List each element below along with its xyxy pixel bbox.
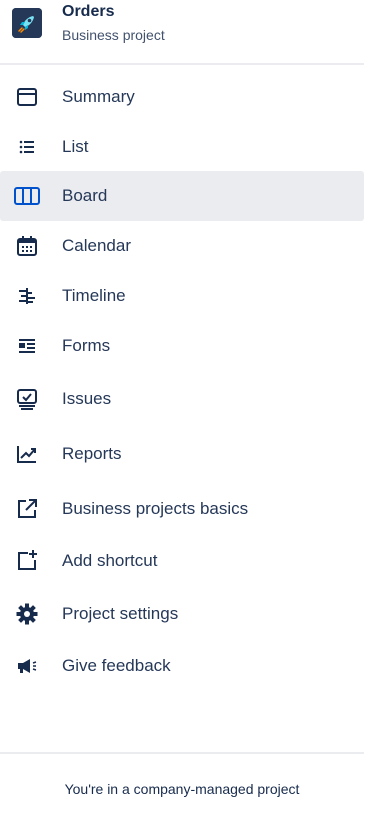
reports-icon — [14, 442, 40, 466]
megaphone-icon — [14, 654, 40, 678]
board-icon — [14, 184, 40, 208]
sidebar-item-label: Summary — [62, 87, 135, 106]
project-type: Business project — [62, 27, 165, 43]
sidebar-item-forms[interactable]: Forms — [0, 321, 364, 371]
sidebar-item-add-shortcut[interactable]: Add shortcut — [0, 536, 364, 586]
forms-icon — [14, 334, 40, 358]
sidebar-item-label: Reports — [62, 444, 122, 463]
sidebar-item-list[interactable]: List — [0, 122, 364, 172]
sidebar-item-label: Project settings — [62, 604, 179, 623]
project-header: Orders Business project — [0, 0, 370, 64]
sidebar-item-reports[interactable]: Reports — [0, 429, 364, 479]
sidebar-item-label: Board — [62, 186, 108, 205]
sidebar-item-summary[interactable]: Summary — [0, 72, 364, 122]
footer-divider — [0, 752, 364, 754]
external-link-icon — [14, 497, 40, 521]
summary-icon — [14, 85, 40, 109]
settings-gear-icon — [14, 602, 40, 626]
sidebar-item-label: List — [62, 137, 89, 156]
sidebar-item-project-settings[interactable]: Project settings — [0, 589, 364, 639]
sidebar-item-board[interactable]: Board — [0, 171, 364, 221]
sidebar-item-label: Forms — [62, 336, 111, 355]
company-managed-notice: You're in a company-managed project — [64, 781, 300, 797]
sidebar-item-timeline[interactable]: Timeline — [0, 271, 364, 321]
sidebar-item-issues[interactable]: Issues — [0, 374, 364, 424]
issues-icon — [14, 387, 40, 411]
list-icon — [14, 135, 40, 159]
sidebar-item-label: Calendar — [62, 236, 131, 255]
sidebar-item-label: Give feedback — [62, 656, 171, 675]
header-divider — [0, 63, 364, 65]
calendar-icon — [14, 234, 40, 258]
sidebar-item-label: Issues — [62, 389, 112, 408]
add-shortcut-icon — [14, 549, 40, 573]
sidebar-item-business-projects-basics[interactable]: Business projects basics — [0, 484, 364, 534]
project-name[interactable]: Orders — [62, 3, 114, 21]
timeline-icon — [14, 284, 40, 308]
sidebar-item-label: Timeline — [62, 286, 126, 305]
sidebar-item-calendar[interactable]: Calendar — [0, 221, 364, 271]
sidebar-item-give-feedback[interactable]: Give feedback — [0, 641, 364, 691]
sidebar-item-label: Business projects basics — [62, 499, 249, 518]
rocket-icon[interactable] — [12, 8, 42, 38]
sidebar-item-label: Add shortcut — [62, 551, 158, 570]
